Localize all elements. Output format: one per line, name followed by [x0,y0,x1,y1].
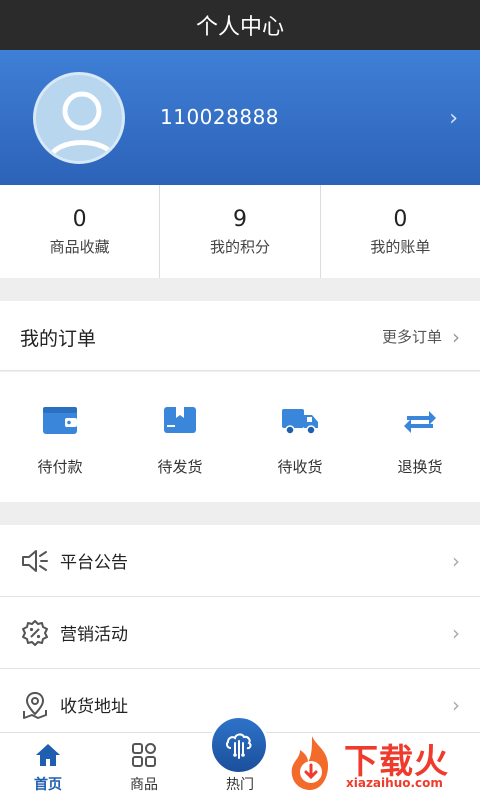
home-icon [36,744,60,766]
stat-points[interactable]: 9 我的积分 [159,185,319,278]
tab-home[interactable]: 首页 [0,733,96,800]
chevron-right-icon: › [452,548,460,573]
menu-label: 营销活动 [60,625,128,645]
stat-label: 我的积分 [209,237,270,256]
grid-icon [132,743,156,767]
stat-value: 0 [393,206,408,232]
menu-item-promotions[interactable]: 营销活动 › [0,597,480,669]
stat-label: 我的账单 [370,237,431,256]
chevron-right-icon: › [452,620,460,645]
order-returns[interactable]: 退换货 [360,372,480,502]
stats-bar: 0 商品收藏 9 我的积分 0 我的账单 [0,185,480,278]
discount-icon [22,619,48,646]
tab-label: 商品 [130,777,158,793]
chevron-right-icon: › [452,692,460,717]
wallet-icon [43,407,77,434]
hot-icon [209,715,269,775]
tab-hot[interactable]: 热门 [192,715,288,800]
menu-label: 平台公告 [60,553,128,573]
tab-products[interactable]: 商品 [96,733,192,800]
stat-label: 商品收藏 [49,237,110,256]
tab-label: 首页 [34,777,62,793]
order-label: 待付款 [37,458,83,476]
order-label: 待收货 [277,458,323,476]
profile-banner[interactable]: 110028888 › [0,50,480,185]
more-orders-label: 更多订单 [381,328,442,346]
menu-item-announcements[interactable]: 平台公告 › [0,525,480,597]
stat-value: 9 [232,206,247,232]
package-icon [164,407,196,433]
page-title: 个人中心 [195,15,284,40]
user-id: 110028888 [160,105,280,129]
chevron-right-icon[interactable]: › [449,106,458,131]
user-avatar-icon[interactable] [33,72,125,164]
orders-header: 我的订单 更多订单 › [0,301,480,371]
chevron-right-icon: › [452,324,460,349]
more-orders-link[interactable]: 更多订单 › [382,326,460,347]
map-pin-icon [23,691,47,719]
stat-bills[interactable]: 0 我的账单 [319,185,480,278]
stat-value: 0 [72,206,87,232]
order-label: 退换货 [397,458,443,476]
speaker-icon [22,549,48,572]
menu-label: 收货地址 [60,697,128,717]
menu-list: 平台公告 › 营销活动 › 收货地址 › [0,525,480,741]
truck-icon [282,409,318,435]
tab-label: 热门 [226,777,254,793]
orders-title: 我的订单 [20,328,97,350]
order-label: 待发货 [157,458,203,476]
exchange-icon [404,411,436,433]
order-pending-receipt[interactable]: 待收货 [240,372,360,502]
watermark-url: xiazaihuo.com [346,776,443,790]
page-header: 个人中心 [0,0,480,50]
flame-logo-icon [291,736,328,790]
watermark-logo: 下载火 xiazaihuo.com [282,732,472,794]
stat-favorites[interactable]: 0 商品收藏 [0,185,159,278]
order-pending-payment[interactable]: 待付款 [0,372,120,502]
order-status-row: 待付款 待发货 待收货 退换货 [0,372,480,502]
order-pending-shipment[interactable]: 待发货 [120,372,240,502]
